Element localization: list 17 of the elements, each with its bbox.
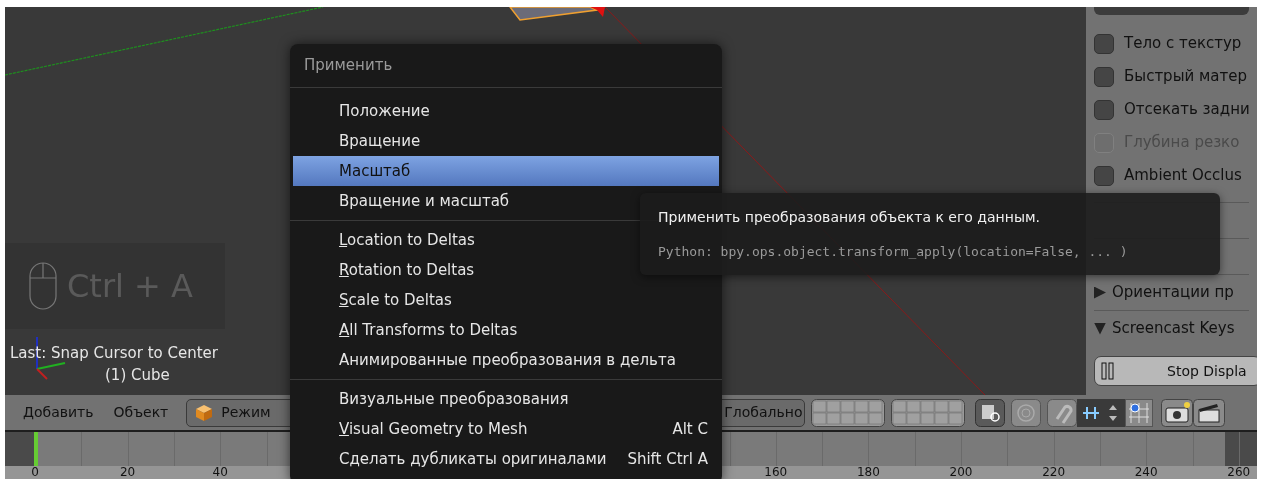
checkbox-label: Отсекать задни <box>1124 99 1250 121</box>
frame-number: 240 <box>1134 466 1158 478</box>
frame-number: 160 <box>764 466 788 478</box>
frame-number: 40 <box>212 466 228 478</box>
frame-number: 200 <box>949 466 973 478</box>
object-label: (1) Cube <box>105 365 170 386</box>
checkbox-label: Быстрый матер <box>1124 66 1247 88</box>
checkbox-label: Тело с текстур <box>1124 33 1242 55</box>
frame-number: 0 <box>31 466 39 478</box>
tooltip-text: Применить преобразования объекта к его данным. <box>658 207 1041 227</box>
frame-number: 260 <box>1227 466 1251 478</box>
frame-number: 180 <box>856 466 880 478</box>
checkbox-label: Ambient Occlus <box>1124 165 1242 187</box>
frame-number: 220 <box>1042 466 1066 478</box>
menu-title: Применить <box>304 55 393 77</box>
frame-number: 20 <box>119 466 136 478</box>
python-text: Python: bpy.ops.object.transform_apply(location=False, ... ) <box>658 242 1129 261</box>
